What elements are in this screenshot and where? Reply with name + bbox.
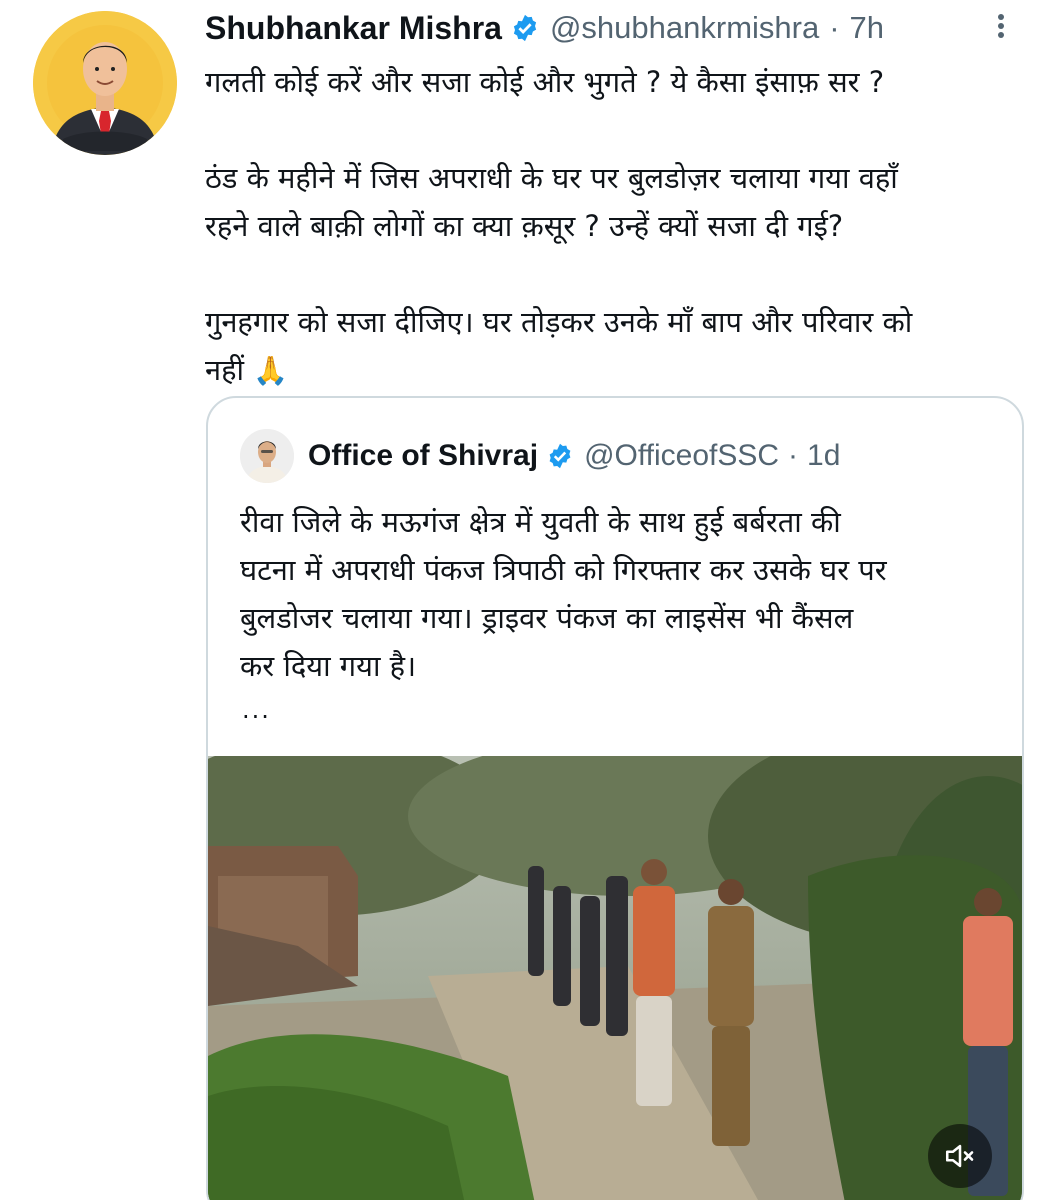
- quoted-text-line: घटना में अपराधी पंकज त्रिपाठी को गिरफ्ता…: [240, 553, 887, 587]
- tweet-text-last: नहीं: [205, 353, 245, 387]
- more-options-icon[interactable]: [986, 14, 1016, 38]
- verified-badge-icon: [510, 13, 540, 43]
- tweet-body: गलती कोई करें और सजा कोई और भुगते ? ये क…: [205, 58, 1035, 395]
- quoted-avatar-icon: [240, 429, 294, 483]
- tweet-header: Shubhankar Mishra @shubhankrmishra · 7h: [205, 6, 884, 50]
- tweet-card[interactable]: Shubhankar Mishra @shubhankrmishra · 7h …: [0, 0, 1051, 1200]
- quoted-text-line: बुलडोजर चलाया गया। ड्राइवर पंकज का लाइसे…: [240, 601, 854, 635]
- avatar-illustration-icon: [33, 11, 177, 155]
- author-name[interactable]: Shubhankar Mishra: [205, 10, 502, 47]
- quoted-author-avatar: [240, 429, 294, 483]
- tweet-text-line: ठंड के महीने में जिस अपराधी के घर पर बुल…: [205, 161, 898, 195]
- quoted-verified-badge-icon: [546, 442, 574, 470]
- tweet-text-line: गुनहगार को सजा दीजिए। घर तोड़कर उनके माँ…: [205, 305, 913, 339]
- quoted-tweet[interactable]: Office of Shivraj @OfficeofSSC · 1d रीवा…: [206, 396, 1024, 1200]
- quoted-author-handle[interactable]: @OfficeofSSC: [584, 439, 779, 473]
- video-thumbnail[interactable]: [208, 756, 1022, 1200]
- tweet-text-line: गलती कोई करें और सजा कोई और भुगते ? ये क…: [205, 65, 885, 99]
- tweet-text-line: नहीं 🙏: [205, 346, 1035, 395]
- speaker-muted-icon[interactable]: [928, 1124, 992, 1188]
- author-handle[interactable]: @shubhankrmishra: [550, 10, 819, 46]
- quoted-header-separator: ·: [788, 439, 799, 472]
- truncation-ellipsis: ...: [242, 696, 271, 724]
- folded-hands-emoji: 🙏: [253, 354, 289, 387]
- header-separator: ·: [829, 10, 840, 45]
- quoted-tweet-body: रीवा जिले के मऊगंज क्षेत्र में युवती के …: [240, 498, 1000, 690]
- quoted-text-line: कर दिया गया है।: [240, 649, 417, 683]
- author-avatar[interactable]: [33, 11, 177, 155]
- video-scene-illustration: [208, 756, 1022, 1200]
- tweet-text-gap: [205, 106, 1035, 154]
- tweet-text-gap: [205, 250, 1035, 298]
- quoted-author-name[interactable]: Office of Shivraj: [308, 439, 538, 473]
- tweet-text-line: रहने वाले बाक़ी लोगों का क्या क़सूर ? उन…: [205, 209, 844, 243]
- tweet-timestamp[interactable]: 7h: [850, 10, 884, 46]
- quoted-tweet-header: Office of Shivraj @OfficeofSSC · 1d: [240, 428, 840, 484]
- quoted-timestamp[interactable]: 1d: [807, 439, 840, 473]
- quoted-text-line: रीवा जिले के मऊगंज क्षेत्र में युवती के …: [240, 505, 841, 539]
